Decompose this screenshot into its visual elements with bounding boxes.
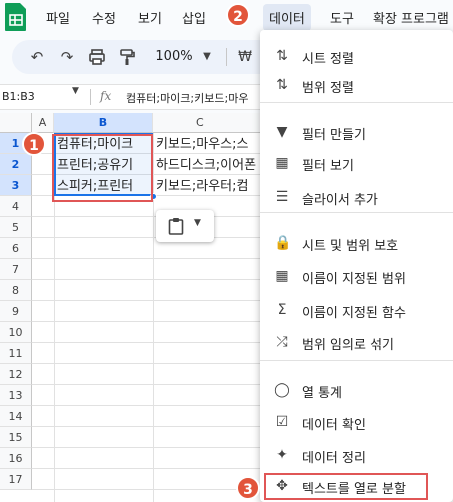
sheets-logo-icon[interactable] — [4, 2, 28, 32]
toolbar: ↶ ↷ 100% ▼ ₩ — [12, 40, 282, 74]
menu-item-label: 이름이 지정된 함수 — [302, 306, 406, 321]
cell-c2[interactable]: 하드디스크;이어폰 — [153, 155, 263, 176]
menu-view[interactable]: 보기 — [138, 8, 162, 27]
highlight-box — [264, 473, 428, 500]
step-badge-2: 2 — [226, 3, 250, 27]
lightbulb-icon: ◯ — [274, 382, 290, 398]
menu-item-label: 데이터 확인 — [302, 418, 366, 433]
menu-item-filter[interactable]: ▼ 필터 만들기 — [260, 117, 453, 147]
menu-item-lock[interactable]: 🔒 시트 및 범위 보호 — [260, 228, 453, 258]
row-header[interactable]: 15 — [0, 427, 32, 448]
sigma-icon: Σ — [277, 302, 287, 318]
currency-format-button[interactable]: ₩ — [236, 48, 254, 66]
menu-item-magic-wand[interactable]: ✦ 데이터 정리 — [260, 440, 453, 470]
menu-item-label: 범위 임의로 섞기 — [302, 338, 394, 353]
menu-item-label: 데이터 정리 — [302, 451, 366, 466]
menu-item-label: 필터 보기 — [302, 159, 354, 174]
shuffle-icon: ⤮ — [276, 334, 288, 350]
data-validation-icon: ☑ — [275, 414, 289, 430]
menu-item-sort-range[interactable]: ⇅ 범위 정렬 — [260, 70, 453, 100]
row-header[interactable]: 5 — [0, 217, 32, 238]
row-header[interactable]: 9 — [0, 301, 32, 322]
named-range-icon: ▦ — [275, 268, 289, 284]
row-header[interactable]: 13 — [0, 385, 32, 406]
highlight-box — [52, 134, 153, 202]
row-header[interactable]: 11 — [0, 343, 32, 364]
slicer-icon: ☰ — [275, 189, 289, 205]
toolbar-divider — [226, 48, 227, 66]
menu-divider — [260, 212, 453, 213]
row-header[interactable]: 2 — [0, 154, 32, 175]
filter-icon: ▼ — [276, 124, 288, 140]
menu-item-label: 시트 정렬 — [302, 52, 354, 67]
zoom-select[interactable]: 100% — [154, 48, 194, 66]
menu-item-shuffle[interactable]: ⤮ 범위 임의로 섞기 — [260, 327, 453, 357]
chevron-down-icon[interactable]: ▼ — [198, 48, 216, 66]
column-header-a[interactable]: A — [32, 113, 54, 133]
menu-item-label: 슬라이서 추가 — [302, 193, 378, 208]
menu-file[interactable]: 파일 — [46, 8, 70, 27]
menu-item-sort[interactable]: ⇅ 시트 정렬 — [260, 41, 453, 71]
menu-item-sigma[interactable]: Σ 이름이 지정된 함수 — [260, 295, 453, 325]
row-header[interactable]: 17 — [0, 469, 32, 490]
paint-format-icon[interactable] — [118, 48, 136, 66]
menu-insert[interactable]: 삽입 — [182, 8, 206, 27]
lock-icon: 🔒 — [274, 235, 292, 251]
menu-item-slicer[interactable]: ☰ 슬라이서 추가 — [260, 182, 453, 212]
row-header[interactable]: 4 — [0, 196, 32, 217]
fx-icon: fx — [100, 89, 112, 103]
menu-item-label: 시트 및 범위 보호 — [302, 239, 399, 254]
sort-icon: ⇅ — [276, 48, 288, 64]
menu-extensions[interactable]: 확장 프로그램 — [373, 8, 449, 27]
menu-divider — [260, 360, 453, 361]
paste-options-chip[interactable]: ▼ — [156, 210, 214, 242]
menu-item-named-range[interactable]: ▦ 이름이 지정된 범위 — [260, 261, 453, 291]
menu-item-label: 필터 만들기 — [302, 128, 366, 143]
chevron-down-icon: ▼ — [194, 218, 201, 228]
cell-c1[interactable]: 키보드;마우스;스 — [153, 134, 263, 155]
row-header[interactable]: 7 — [0, 259, 32, 280]
redo-icon[interactable]: ↷ — [58, 48, 76, 66]
row-header[interactable]: 8 — [0, 280, 32, 301]
row-header[interactable]: 12 — [0, 364, 32, 385]
clipboard-icon — [168, 218, 184, 235]
row-header[interactable]: 6 — [0, 238, 32, 259]
menu-item-lightbulb[interactable]: ◯ 열 통계 — [260, 375, 453, 405]
column-header-b[interactable]: B — [54, 113, 153, 133]
menu-divider — [260, 102, 453, 103]
row-header[interactable]: 16 — [0, 448, 32, 469]
row-header[interactable]: 14 — [0, 406, 32, 427]
cell-c3[interactable]: 키보드;라우터;컴 — [153, 176, 263, 197]
row-header[interactable]: 10 — [0, 322, 32, 343]
sort-range-icon: ⇅ — [276, 77, 288, 93]
row-header[interactable]: 3 — [0, 175, 32, 196]
menu-item-label: 범위 정렬 — [302, 81, 354, 96]
formula-divider — [90, 89, 91, 105]
filter-view-icon: ▦ — [275, 155, 289, 171]
name-box-dropdown-icon[interactable]: ▼ — [72, 86, 79, 96]
undo-icon[interactable]: ↶ — [28, 48, 46, 66]
magic-wand-icon: ✦ — [276, 447, 288, 463]
select-all-corner[interactable] — [0, 113, 32, 133]
menu-item-label: 이름이 지정된 범위 — [302, 272, 406, 287]
print-icon[interactable] — [88, 48, 106, 66]
menu-item-label: 열 통계 — [302, 386, 343, 401]
formula-input[interactable]: 컴퓨터;마이크;키보드;마우 — [126, 90, 248, 106]
menu-edit[interactable]: 수정 — [92, 8, 116, 27]
menu-data[interactable]: 데이터 — [263, 4, 311, 31]
menu-item-data-validation[interactable]: ☑ 데이터 확인 — [260, 407, 453, 437]
step-badge-3: 3 — [236, 476, 260, 500]
menu-item-filter-view[interactable]: ▦ 필터 보기 — [260, 148, 453, 178]
data-menu-dropdown: ⇅ 시트 정렬 ⇅ 범위 정렬 ▼ 필터 만들기 ▦ 필터 보기 ☰ 슬라이서 추가 🔒 시트 및 범… — [260, 30, 453, 502]
step-badge-1: 1 — [22, 132, 46, 156]
menu-tools[interactable]: 도구 — [330, 8, 354, 27]
